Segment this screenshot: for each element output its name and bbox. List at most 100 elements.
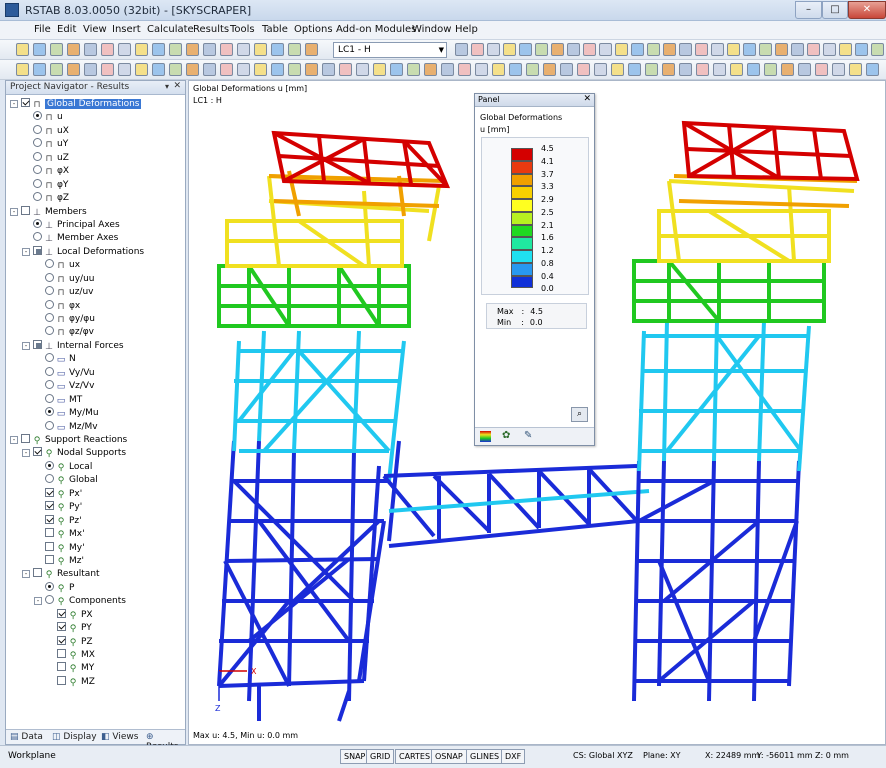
nav-item[interactable]: ⚲ Px'	[34, 487, 82, 501]
checkbox[interactable]	[33, 339, 42, 349]
menu-item-results[interactable]: Results	[193, 24, 229, 35]
checkbox[interactable]	[33, 568, 42, 578]
results-tool-icon[interactable]	[135, 63, 148, 76]
results-tool-icon[interactable]	[390, 63, 403, 76]
nav-item[interactable]: ⊓ uz/uv	[34, 286, 94, 299]
checkbox[interactable]	[21, 434, 30, 443]
radio-button[interactable]	[45, 326, 54, 336]
menu-item-file[interactable]: File	[34, 24, 51, 35]
results-tool-icon[interactable]	[628, 63, 641, 76]
loadcase-select[interactable]: LC1 - H ▼	[333, 42, 447, 58]
nav-item[interactable]: - ⊓ Global Deformations	[10, 98, 142, 111]
main-tool-icon[interactable]	[551, 43, 564, 56]
menu-item-table[interactable]: Table	[262, 24, 288, 35]
checkbox[interactable]	[33, 447, 42, 457]
results-tool-icon[interactable]	[441, 63, 454, 76]
checkbox[interactable]	[21, 205, 30, 215]
nav-item[interactable]: ⚲ PX	[46, 608, 93, 622]
main-tool-icon[interactable]	[519, 43, 532, 56]
nav-item[interactable]: ▭ MT	[34, 393, 82, 407]
main-tool-icon[interactable]	[631, 43, 644, 56]
toggle-osnap[interactable]: OSNAP	[431, 749, 467, 764]
radio-button[interactable]	[45, 272, 54, 282]
nav-item[interactable]: ⊓ uX	[22, 124, 69, 138]
results-tool-icon[interactable]	[662, 63, 675, 76]
main-tool-icon[interactable]	[503, 43, 516, 56]
main-tool-icon[interactable]	[186, 43, 199, 56]
nav-item[interactable]: - ⚲ Support Reactions	[10, 434, 127, 447]
radio-button[interactable]	[33, 151, 42, 161]
nav-item[interactable]: - ⊥ Members	[10, 205, 87, 219]
nav-item[interactable]: ⚲ Py'	[34, 501, 82, 514]
main-tool-icon[interactable]	[16, 43, 29, 56]
nav-item[interactable]: ⚲ My'	[34, 541, 85, 555]
main-tool-icon[interactable]	[84, 43, 97, 56]
radio-button[interactable]	[45, 407, 54, 417]
results-tool-icon[interactable]	[611, 63, 624, 76]
nav-item[interactable]: ⊓ φz/φv	[34, 326, 94, 339]
nav-item[interactable]: ⊓ uY	[22, 138, 68, 151]
results-tool-icon[interactable]	[492, 63, 505, 76]
main-tool-icon[interactable]	[695, 43, 708, 56]
results-tool-icon[interactable]	[781, 63, 794, 76]
radio-button[interactable]	[33, 111, 42, 121]
checkbox[interactable]	[57, 635, 66, 645]
checkbox[interactable]	[45, 514, 54, 524]
checkbox[interactable]	[45, 554, 54, 564]
nav-tab-data[interactable]: ▤ Data	[10, 732, 43, 742]
menu-item-add-on-modules[interactable]: Add-on Modules	[336, 24, 416, 35]
results-tool-icon[interactable]	[237, 63, 250, 76]
main-tool-icon[interactable]	[615, 43, 628, 56]
radio-button[interactable]	[45, 259, 54, 269]
checkbox[interactable]	[33, 245, 42, 255]
nav-item[interactable]: ▭ Vz/Vv	[34, 380, 94, 393]
main-tool-icon[interactable]	[647, 43, 660, 56]
nav-item[interactable]: ▭ My/Mu	[34, 407, 99, 420]
nav-item[interactable]: ⚲ Mz'	[34, 554, 84, 568]
nav-item[interactable]: ⊓ φy/φu	[34, 313, 95, 326]
main-tool-icon[interactable]	[871, 43, 884, 56]
nav-item[interactable]: ⚲ Global	[34, 474, 98, 487]
results-tool-icon[interactable]	[560, 63, 573, 76]
toggle-snap[interactable]: SNAP	[340, 749, 370, 764]
results-tool-icon[interactable]	[407, 63, 420, 76]
results-tool-icon[interactable]	[849, 63, 862, 76]
results-tool-icon[interactable]	[356, 63, 369, 76]
nav-item[interactable]: ⚲ Mx'	[34, 528, 85, 541]
nav-item[interactable]: ⊓ ux	[34, 259, 80, 272]
radio-button[interactable]	[33, 124, 42, 134]
main-tool-icon[interactable]	[599, 43, 612, 56]
main-tool-icon[interactable]	[288, 43, 301, 56]
main-tool-icon[interactable]	[679, 43, 692, 56]
nav-item[interactable]: ⚲ MX	[46, 649, 95, 662]
results-tool-icon[interactable]	[764, 63, 777, 76]
zoom-icon[interactable]: ⌕	[571, 407, 588, 422]
settings-icon[interactable]: ✿	[502, 430, 510, 441]
color-legend[interactable]	[481, 137, 589, 295]
main-tool-icon[interactable]	[455, 43, 468, 56]
nav-item[interactable]: ⊓ φZ	[22, 192, 69, 205]
results-tool-icon[interactable]	[747, 63, 760, 76]
results-tool-icon[interactable]	[713, 63, 726, 76]
close-icon[interactable]: ✕	[583, 94, 591, 104]
main-tool-icon[interactable]	[567, 43, 580, 56]
main-tool-icon[interactable]	[743, 43, 756, 56]
nav-tab-display[interactable]: ◫ Display	[52, 732, 97, 742]
nav-item[interactable]: ⚲ MZ	[46, 675, 95, 689]
main-tool-icon[interactable]	[237, 43, 250, 56]
main-tool-icon[interactable]	[727, 43, 740, 56]
main-tool-icon[interactable]	[33, 43, 46, 56]
close-icon[interactable]: ✕	[173, 81, 181, 91]
radio-button[interactable]	[33, 165, 42, 175]
nav-item[interactable]: ⚲ PZ	[46, 635, 93, 649]
main-tool-icon[interactable]	[791, 43, 804, 56]
expand-icon[interactable]: -	[34, 597, 42, 606]
toggle-dxf[interactable]: DXF	[501, 749, 526, 764]
results-tool-icon[interactable]	[815, 63, 828, 76]
results-tool-icon[interactable]	[254, 63, 267, 76]
radio-button[interactable]	[33, 192, 42, 202]
results-tool-icon[interactable]	[84, 63, 97, 76]
results-tool-icon[interactable]	[373, 63, 386, 76]
nav-tab-views[interactable]: ◧ Views	[101, 732, 138, 742]
results-tool-icon[interactable]	[543, 63, 556, 76]
